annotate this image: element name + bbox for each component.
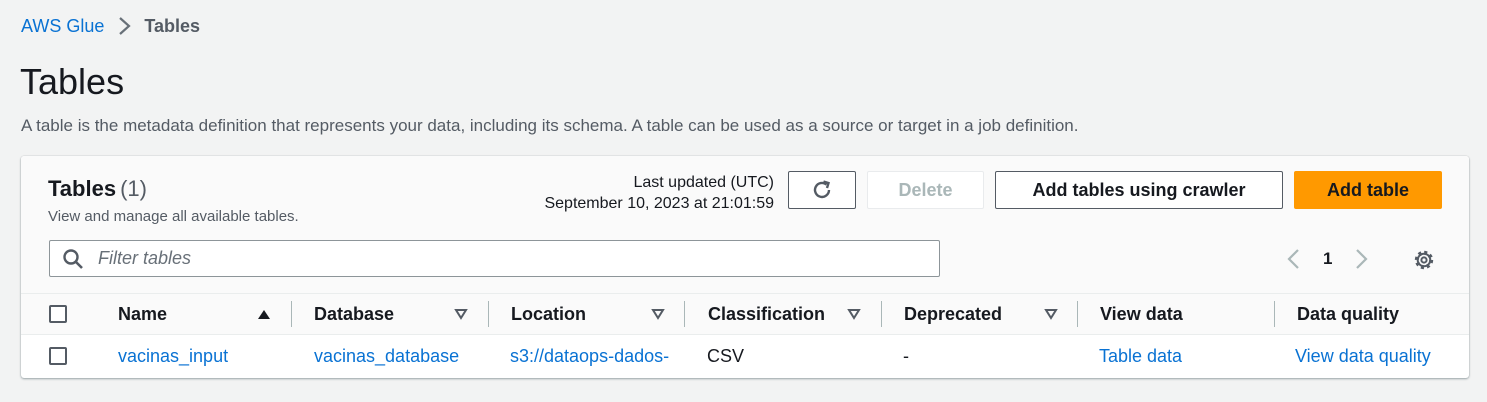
row-checkbox[interactable] [49,347,67,365]
sort-descending-icon[interactable] [651,307,665,321]
last-updated-label: Last updated (UTC) [633,174,774,191]
chevron-right-icon[interactable] [1350,246,1372,272]
container-title-text: Tables [48,176,117,201]
column-divider[interactable] [488,301,489,327]
sort-descending-icon[interactable] [1044,307,1058,321]
column-divider[interactable] [1077,301,1078,327]
chevron-left-icon[interactable] [1283,246,1305,272]
location-link[interactable]: s3://dataops-dados- [510,335,669,378]
refresh-button[interactable] [788,171,856,209]
tables-container: Tables (1) View and manage all available … [21,156,1469,378]
table-header: Name Database Location Classification De… [21,293,1469,335]
filter-tables-field [49,240,940,277]
sort-descending-icon[interactable] [847,307,861,321]
column-divider[interactable] [1274,301,1275,327]
column-header-classification[interactable]: Classification [708,294,825,334]
column-header-data-quality: Data quality [1297,303,1400,324]
column-divider[interactable] [881,301,882,327]
container-title: Tables (1) [48,176,147,202]
view-data-quality-link[interactable]: View data quality [1295,335,1431,378]
sort-ascending-icon[interactable] [257,307,271,321]
page-description: A table is the metadata definition that … [21,116,1079,135]
column-header-database[interactable]: Database [314,294,394,334]
column-header-name[interactable]: Name [118,294,167,334]
table-count: (1) [120,176,147,201]
table-data-link[interactable]: Table data [1099,335,1182,378]
add-table-button[interactable]: Add table [1294,171,1442,209]
column-header-location[interactable]: Location [511,294,586,334]
breadcrumb-aws-glue[interactable]: AWS Glue [21,16,104,37]
database-link[interactable]: vacinas_database [314,335,459,378]
select-all-checkbox[interactable] [49,305,67,323]
settings-gear-icon[interactable] [1412,248,1436,272]
delete-button[interactable]: Delete [867,171,984,209]
pagination: 1 [1283,246,1372,272]
filter-tables-input[interactable] [96,247,930,270]
deprecated-value: - [903,346,909,366]
add-tables-using-crawler-button[interactable]: Add tables using crawler [995,171,1283,209]
classification-value: CSV [707,346,745,366]
page-title: Tables [20,61,125,102]
container-description: View and manage all available tables. [48,208,299,225]
table-name-link[interactable]: vacinas_input [118,335,228,378]
breadcrumb-current: Tables [144,15,201,36]
refresh-icon [813,180,831,199]
chevron-right-icon [119,17,132,35]
tables-container-header: Tables (1) View and manage all available … [21,156,1469,293]
search-icon [63,248,83,269]
table-row: vacinas_input vacinas_database s3://data… [21,335,1469,378]
last-updated-value: September 10, 2023 at 21:01:59 [544,195,774,212]
column-header-view-data: View data [1100,303,1183,324]
sort-descending-icon[interactable] [454,307,468,321]
last-updated: Last updated (UTC) September 10, 2023 at… [544,172,774,214]
page-number[interactable]: 1 [1323,249,1332,269]
column-header-deprecated[interactable]: Deprecated [904,294,1002,334]
column-divider[interactable] [684,301,685,327]
breadcrumb: AWS Glue Tables [21,14,200,38]
column-divider[interactable] [291,301,292,327]
